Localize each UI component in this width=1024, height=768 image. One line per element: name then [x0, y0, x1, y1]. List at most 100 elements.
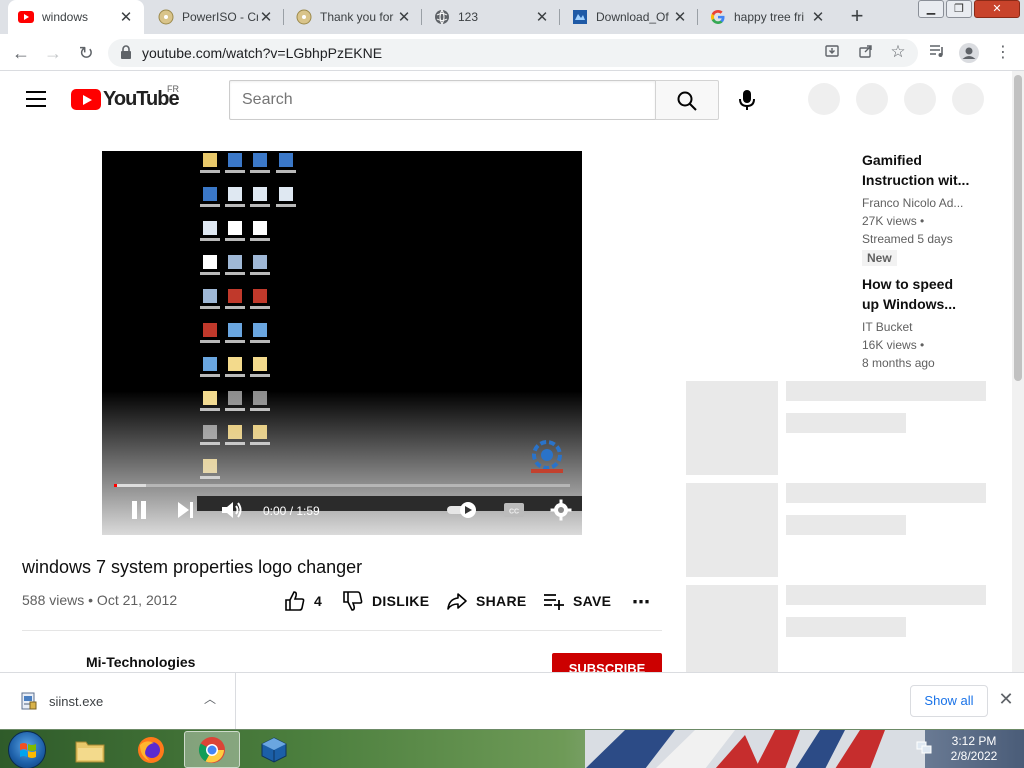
- youtube-logo[interactable]: YouTube FR: [71, 84, 180, 110]
- autoplay-toggle-icon: [447, 502, 476, 518]
- tab-title: happy tree fri: [734, 10, 805, 24]
- site-favicon-icon: [572, 9, 588, 25]
- forward-icon[interactable]: →: [42, 42, 64, 64]
- header-placeholder-icon[interactable]: [808, 83, 840, 115]
- dislike-button[interactable]: DISLIKE: [342, 590, 429, 612]
- buffered-bar: [114, 484, 146, 487]
- save-button[interactable]: SAVE: [543, 590, 611, 612]
- desktop-shortcut-icon: [222, 153, 248, 183]
- search-button[interactable]: [655, 80, 719, 120]
- taskbar-chrome[interactable]: [184, 731, 240, 768]
- share-arrow-icon: [447, 593, 467, 610]
- more-actions-icon[interactable]: ⋯: [632, 592, 650, 613]
- video-player[interactable]: 0:00 / 1:59 CC: [102, 151, 582, 535]
- subtitles-button[interactable]: CC: [502, 499, 526, 521]
- tab-windows[interactable]: windows ✕: [8, 0, 144, 34]
- new-tab-button[interactable]: +: [845, 5, 869, 29]
- tab-close-icon[interactable]: ✕: [396, 8, 412, 26]
- desktop-shortcut-icon: [273, 153, 299, 183]
- related-video-1[interactable]: Gamified Instruction wit... Franco Nicol…: [862, 150, 1002, 266]
- related-title-line: How to speed: [862, 276, 954, 292]
- taskbar-firefox[interactable]: [123, 731, 179, 768]
- bookmark-star-icon[interactable]: ☆: [888, 42, 908, 62]
- volume-icon: [222, 502, 242, 518]
- tab-title: 123: [458, 10, 479, 24]
- header-placeholder-icon[interactable]: [952, 83, 984, 115]
- desktop-shortcut-icon: [247, 255, 273, 285]
- desktop-shortcut-icon: [247, 187, 273, 217]
- minimize-button[interactable]: ▁: [918, 0, 944, 18]
- related-channel: IT Bucket: [862, 320, 913, 334]
- close-window-button[interactable]: ✕: [974, 0, 1020, 18]
- tab-download[interactable]: Download_Of ✕: [562, 0, 698, 34]
- show-all-downloads-button[interactable]: Show all: [910, 685, 988, 717]
- header-placeholder-icon[interactable]: [856, 83, 888, 115]
- tab-close-icon[interactable]: ✕: [534, 8, 550, 26]
- tab-poweriso[interactable]: PowerISO - Cr ✕: [148, 0, 284, 34]
- download-shelf: siinst.exe ︿ Show all ✕: [0, 672, 1024, 729]
- channel-name[interactable]: Mi-Technologies: [86, 654, 195, 670]
- address-bar[interactable]: youtube.com/watch?v=LGbhpPzEKNE ☆: [108, 39, 918, 67]
- tab-happy-tree[interactable]: happy tree fri ✕: [700, 0, 836, 34]
- youtube-play-logo-icon: [71, 88, 101, 110]
- maximize-button[interactable]: ❐: [946, 0, 972, 18]
- related-video-2[interactable]: How to speed up Windows... IT Bucket 16K…: [862, 274, 1002, 372]
- tab-123[interactable]: 123 ✕: [424, 0, 560, 34]
- desktop-shortcut-icon: [273, 187, 299, 217]
- desktop-shortcut-icon: [197, 289, 223, 319]
- network-tray-icon[interactable]: [916, 741, 932, 755]
- mute-button[interactable]: [220, 499, 244, 521]
- desktop-shortcut-icon: [247, 323, 273, 353]
- share-icon[interactable]: [856, 43, 876, 63]
- install-app-icon[interactable]: [822, 43, 842, 63]
- virtualbox-icon: [261, 736, 287, 763]
- tab-title: windows: [42, 10, 89, 24]
- subscribe-button[interactable]: SUBSCRIBE: [552, 653, 662, 672]
- taskbar-clock[interactable]: 3:12 PM 2/8/2022: [944, 734, 1004, 764]
- chevron-up-icon[interactable]: ︿: [204, 690, 216, 707]
- autoplay-toggle[interactable]: [446, 499, 480, 521]
- voice-search-mic-icon[interactable]: [736, 88, 758, 112]
- desktop-shortcut-icon: [197, 187, 223, 217]
- globe-favicon-icon: [434, 9, 450, 25]
- next-button[interactable]: [174, 499, 196, 521]
- desktop-shortcut-icon: [247, 153, 273, 183]
- taskbar-virtualbox[interactable]: [246, 731, 302, 768]
- media-control-icon[interactable]: [926, 42, 948, 64]
- hamburger-menu-icon[interactable]: [26, 91, 46, 107]
- back-icon[interactable]: ←: [10, 42, 32, 64]
- settings-button[interactable]: [550, 499, 572, 521]
- share-button[interactable]: SHARE: [446, 590, 527, 612]
- playlist-add-icon: [544, 594, 564, 610]
- desktop-shortcut-icon: [197, 255, 223, 285]
- thumbs-down-icon: [343, 591, 363, 611]
- search-input[interactable]: [230, 81, 655, 119]
- tab-close-icon[interactable]: ✕: [118, 8, 134, 26]
- like-button[interactable]: 4: [284, 590, 322, 612]
- tab-close-icon[interactable]: ✕: [810, 8, 826, 26]
- video-progress-bar[interactable]: [114, 484, 570, 487]
- header-placeholder-icon[interactable]: [904, 83, 936, 115]
- chrome-menu-icon[interactable]: ⋮: [992, 42, 1014, 64]
- skeleton-line: [786, 585, 986, 605]
- tab-close-icon[interactable]: ✕: [672, 8, 688, 26]
- related-age: 8 months ago: [862, 356, 935, 370]
- pause-button[interactable]: [128, 499, 150, 521]
- window-controls: ▁ ❐ ✕: [918, 0, 1020, 18]
- desktop-shortcut-icon: [247, 221, 273, 251]
- page-scrollbar[interactable]: [1012, 71, 1024, 672]
- download-item[interactable]: siinst.exe ︿: [0, 673, 236, 729]
- start-button[interactable]: [8, 731, 46, 768]
- tab-close-icon[interactable]: ✕: [258, 8, 274, 26]
- reload-icon[interactable]: ↻: [75, 42, 97, 64]
- clock-date: 2/8/2022: [950, 749, 998, 763]
- taskbar-explorer[interactable]: [62, 731, 118, 768]
- scrollbar-thumb[interactable]: [1014, 75, 1022, 381]
- profile-avatar-icon[interactable]: [958, 42, 980, 64]
- close-download-shelf-icon[interactable]: ✕: [996, 689, 1016, 713]
- desktop-shortcut-icon: [222, 323, 248, 353]
- tab-thank-you[interactable]: Thank you for ✕: [286, 0, 422, 34]
- related-views: 16K views •: [862, 338, 925, 352]
- desktop-shortcut-icon: [222, 289, 248, 319]
- skip-next-icon: [178, 502, 193, 518]
